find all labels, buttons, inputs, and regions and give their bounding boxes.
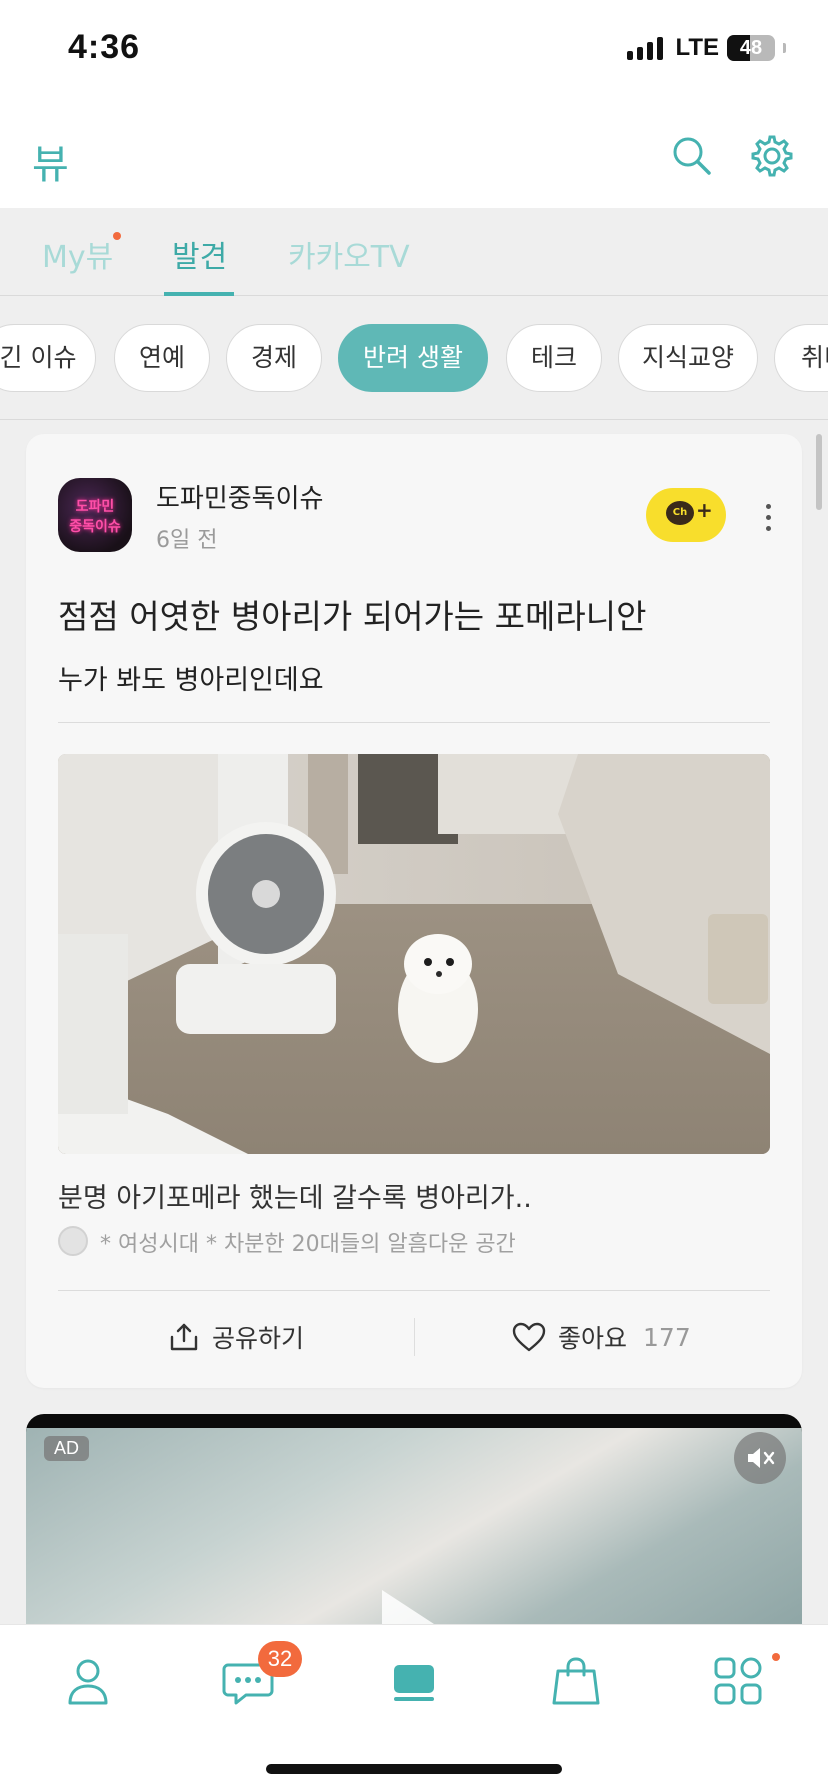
- new-indicator-dot: [772, 1653, 780, 1661]
- status-bar: 4:36 LTE 48: [0, 0, 828, 100]
- app-header: 뷰: [0, 100, 828, 208]
- view-icon[interactable]: [384, 1651, 444, 1711]
- status-time: 4:36: [68, 28, 141, 66]
- more-apps-icon[interactable]: [708, 1651, 768, 1711]
- battery-level: 48: [739, 37, 763, 59]
- channel-avatar[interactable]: 도파민 중독이슈: [58, 478, 132, 552]
- more-options-icon[interactable]: [764, 504, 772, 534]
- share-icon: [170, 1323, 198, 1351]
- source-text[interactable]: * 여성시대 * 차분한 20대들의 알흠다운 공간: [100, 1226, 516, 1258]
- divider: [58, 722, 770, 723]
- channel-name[interactable]: 도파민중독이슈: [156, 478, 323, 515]
- post-time: 6일 전: [156, 528, 218, 553]
- post-headline[interactable]: 점점 어엿한 병아리가 되어가는 포메라니안: [58, 590, 646, 638]
- network-label: LTE: [675, 34, 719, 61]
- like-count: 177: [643, 1322, 691, 1352]
- top-tabs: My뷰 발견 카카오TV: [0, 208, 828, 296]
- post-image[interactable]: [58, 754, 770, 1154]
- divider: [58, 1290, 770, 1291]
- ad-video-card[interactable]: AD: [26, 1414, 802, 1624]
- settings-gear-icon[interactable]: [750, 134, 794, 178]
- home-indicator[interactable]: [266, 1764, 562, 1774]
- chip-pet-life[interactable]: 반려 생활: [338, 324, 488, 392]
- chip-issue[interactable]: 긴 이슈: [0, 324, 96, 392]
- share-label: 공유하기: [212, 1324, 305, 1353]
- scrollbar[interactable]: [816, 434, 822, 510]
- play-icon[interactable]: [382, 1590, 434, 1624]
- signal-icon: [627, 36, 664, 60]
- chip-hobby[interactable]: 취미: [774, 324, 828, 392]
- search-icon[interactable]: [670, 134, 714, 178]
- mute-icon[interactable]: [734, 1432, 786, 1484]
- action-divider: [414, 1318, 415, 1356]
- chip-economy[interactable]: 경제: [226, 324, 322, 392]
- ch-plus-icon: Ch: [666, 501, 694, 525]
- source-icon: [58, 1226, 88, 1256]
- page-title: 뷰: [32, 142, 69, 188]
- chat-badge: 32: [258, 1641, 302, 1677]
- battery-icon: 48: [727, 35, 775, 61]
- like-button[interactable]: 좋아요 177: [512, 1312, 691, 1362]
- like-label: 좋아요: [558, 1324, 628, 1353]
- chip-knowledge[interactable]: 지식교양: [618, 324, 758, 392]
- tab-my-view[interactable]: My뷰: [42, 232, 113, 276]
- chip-tech[interactable]: 테크: [506, 324, 602, 392]
- shopping-icon[interactable]: [546, 1651, 606, 1711]
- share-button[interactable]: 공유하기: [168, 1312, 304, 1362]
- category-chips: 긴 이슈 연예 경제 반려 생활 테크 지식교양 취미: [0, 296, 828, 420]
- add-channel-button[interactable]: Ch +: [646, 488, 726, 542]
- status-indicators: LTE 48: [627, 34, 786, 62]
- image-caption[interactable]: 분명 아기포메라 했는데 갈수록 병아리가..: [58, 1176, 532, 1215]
- heart-icon: [512, 1322, 546, 1352]
- chip-entertainment[interactable]: 연예: [114, 324, 210, 392]
- tab-discover[interactable]: 발견: [172, 232, 227, 276]
- post-card[interactable]: 도파민 중독이슈 도파민중독이슈 6일 전 Ch + 점점 어엿한 병아리가 되…: [26, 434, 802, 1388]
- ad-badge: AD: [44, 1436, 90, 1461]
- new-indicator-dot: [113, 232, 121, 240]
- tab-kakao-tv[interactable]: 카카오TV: [288, 232, 410, 276]
- post-subheadline: 누가 봐도 병아리인데요: [58, 665, 324, 696]
- profile-icon[interactable]: [58, 1651, 118, 1711]
